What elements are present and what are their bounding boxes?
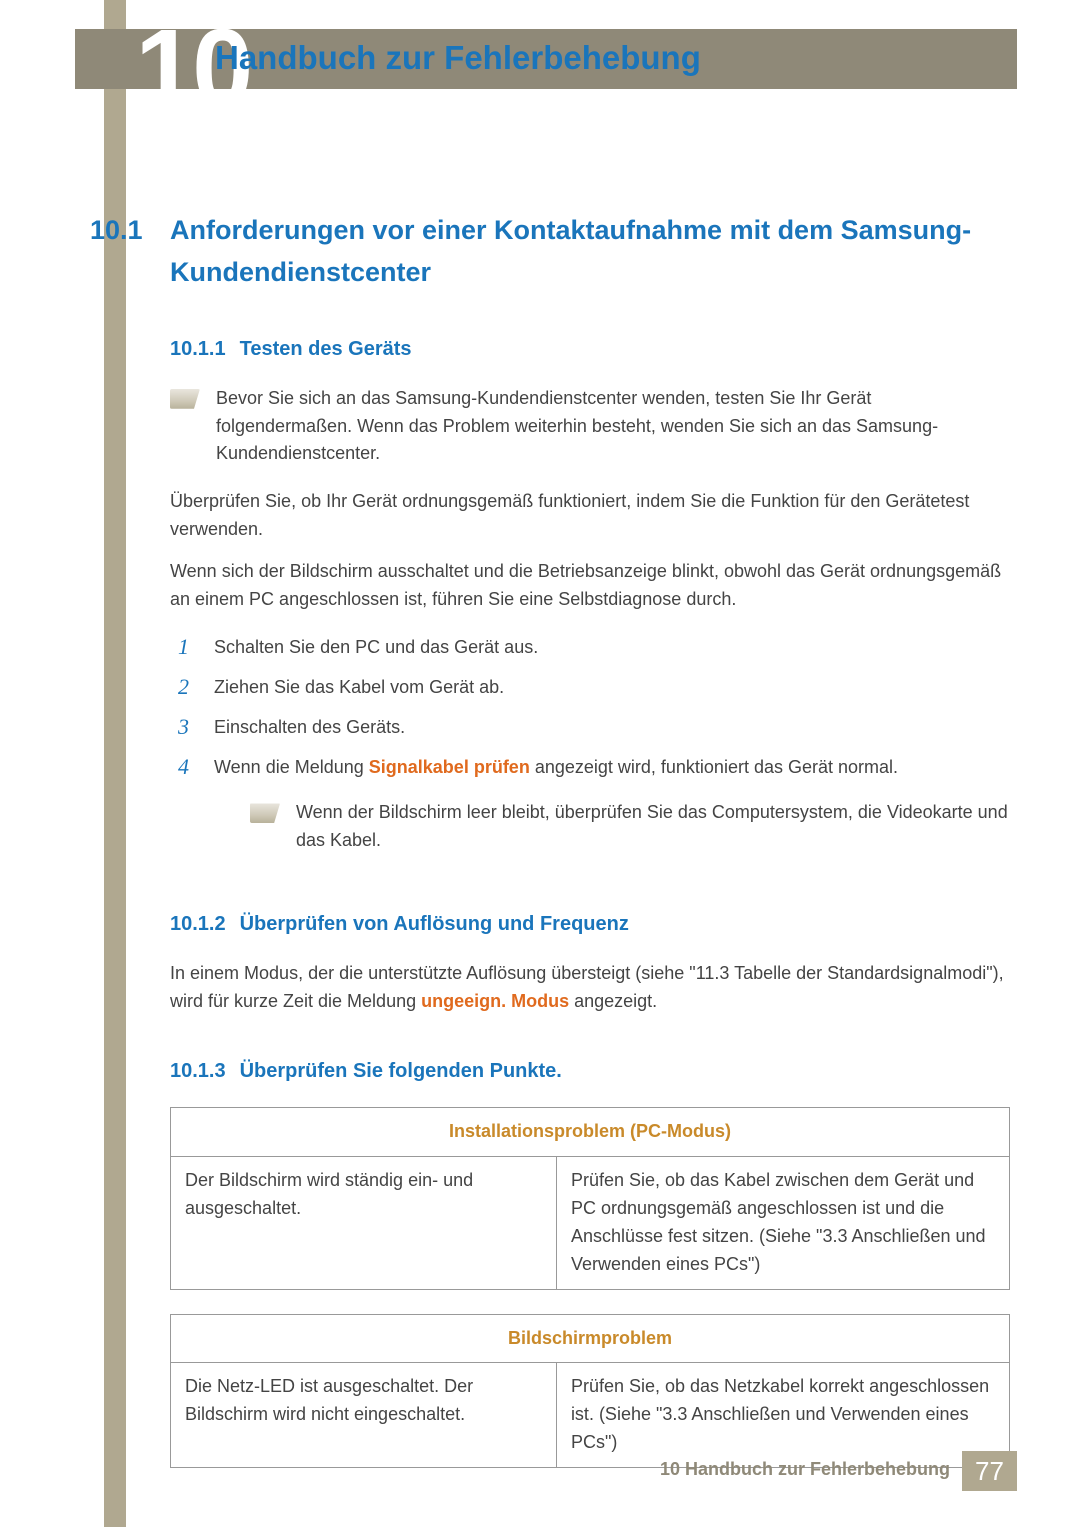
- section-title: Anforderungen vor einer Kontaktaufnahme …: [170, 215, 971, 287]
- section-number: 10.1: [90, 210, 170, 252]
- table-cell-problem: Der Bildschirm wird ständig ein- und aus…: [171, 1156, 557, 1289]
- subsection-title: Testen des Geräts: [240, 338, 412, 360]
- table-header: Installationsproblem (PC-Modus): [171, 1108, 1010, 1157]
- step-text-suffix: angezeigt wird, funktioniert das Gerät n…: [530, 757, 898, 777]
- body-paragraph: In einem Modus, der die unterstützte Auf…: [170, 960, 1012, 1016]
- page-root: 10 Handbuch zur Fehlerbehebung 10.1Anfor…: [0, 0, 1080, 1527]
- body-paragraph: Überprüfen Sie, ob Ihr Gerät ordnungsgem…: [170, 488, 1012, 544]
- step-item: Schalten Sie den PC und das Gerät aus.: [178, 628, 1012, 668]
- subsection-title: Überprüfen von Auflösung und Frequenz: [240, 913, 629, 935]
- section-heading-10-1: 10.1Anforderungen vor einer Kontaktaufna…: [170, 210, 1012, 294]
- note-text: Wenn der Bildschirm leer bleibt, überprü…: [296, 799, 1012, 855]
- step-list: Schalten Sie den PC und das Gerät aus. Z…: [178, 628, 1012, 881]
- chapter-title: Handbuch zur Fehlerbehebung: [215, 39, 701, 77]
- subsection-number: 10.1.1: [170, 334, 226, 365]
- step-item: Einschalten des Geräts.: [178, 708, 1012, 748]
- note-icon: [170, 389, 200, 409]
- subsection-heading-10-1-3: 10.1.3 Überprüfen Sie folgenden Punkte.: [170, 1056, 1012, 1087]
- step-text: Einschalten des Geräts.: [214, 717, 405, 737]
- page-footer: 10 Handbuch zur Fehlerbehebung 77: [0, 1451, 1080, 1491]
- note-icon: [250, 803, 280, 823]
- step-item: Ziehen Sie das Kabel vom Gerät ab.: [178, 668, 1012, 708]
- table-screen-problem: Bildschirmproblem Die Netz-LED ist ausge…: [170, 1314, 1010, 1469]
- note-block: Bevor Sie sich an das Samsung-Kundendien…: [170, 385, 1012, 469]
- subsection-heading-10-1-1: 10.1.1 Testen des Geräts: [170, 334, 1012, 365]
- highlight-invalid-mode: ungeeign. Modus: [421, 991, 569, 1011]
- subsection-heading-10-1-2: 10.1.2 Überprüfen von Auflösung und Frequ…: [170, 909, 1012, 940]
- highlight-signal-cable: Signalkabel prüfen: [369, 757, 530, 777]
- step-text-prefix: Wenn die Meldung: [214, 757, 369, 777]
- table-installation-problem: Installationsproblem (PC-Modus) Der Bild…: [170, 1107, 1010, 1289]
- table-cell-solution: Prüfen Sie, ob das Kabel zwischen dem Ge…: [556, 1156, 1009, 1289]
- step-text: Schalten Sie den PC und das Gerät aus.: [214, 637, 538, 657]
- table-header: Bildschirmproblem: [171, 1314, 1010, 1363]
- page-content: 10.1Anforderungen vor einer Kontaktaufna…: [170, 210, 1012, 1492]
- page-number: 77: [962, 1451, 1017, 1491]
- text-suffix: angezeigt.: [569, 991, 657, 1011]
- subsection-number: 10.1.3: [170, 1056, 226, 1087]
- step-item: Wenn die Meldung Signalkabel prüfen ange…: [178, 748, 1012, 882]
- note-text: Bevor Sie sich an das Samsung-Kundendien…: [216, 385, 1012, 469]
- subsection-number: 10.1.2: [170, 909, 226, 940]
- footer-chapter-text: 10 Handbuch zur Fehlerbehebung: [660, 1459, 950, 1480]
- note-block: Wenn der Bildschirm leer bleibt, überprü…: [250, 799, 1012, 855]
- table-row: Der Bildschirm wird ständig ein- und aus…: [171, 1156, 1010, 1289]
- step-text: Ziehen Sie das Kabel vom Gerät ab.: [214, 677, 504, 697]
- subsection-title: Überprüfen Sie folgenden Punkte.: [240, 1060, 562, 1082]
- body-paragraph: Wenn sich der Bildschirm ausschaltet und…: [170, 558, 1012, 614]
